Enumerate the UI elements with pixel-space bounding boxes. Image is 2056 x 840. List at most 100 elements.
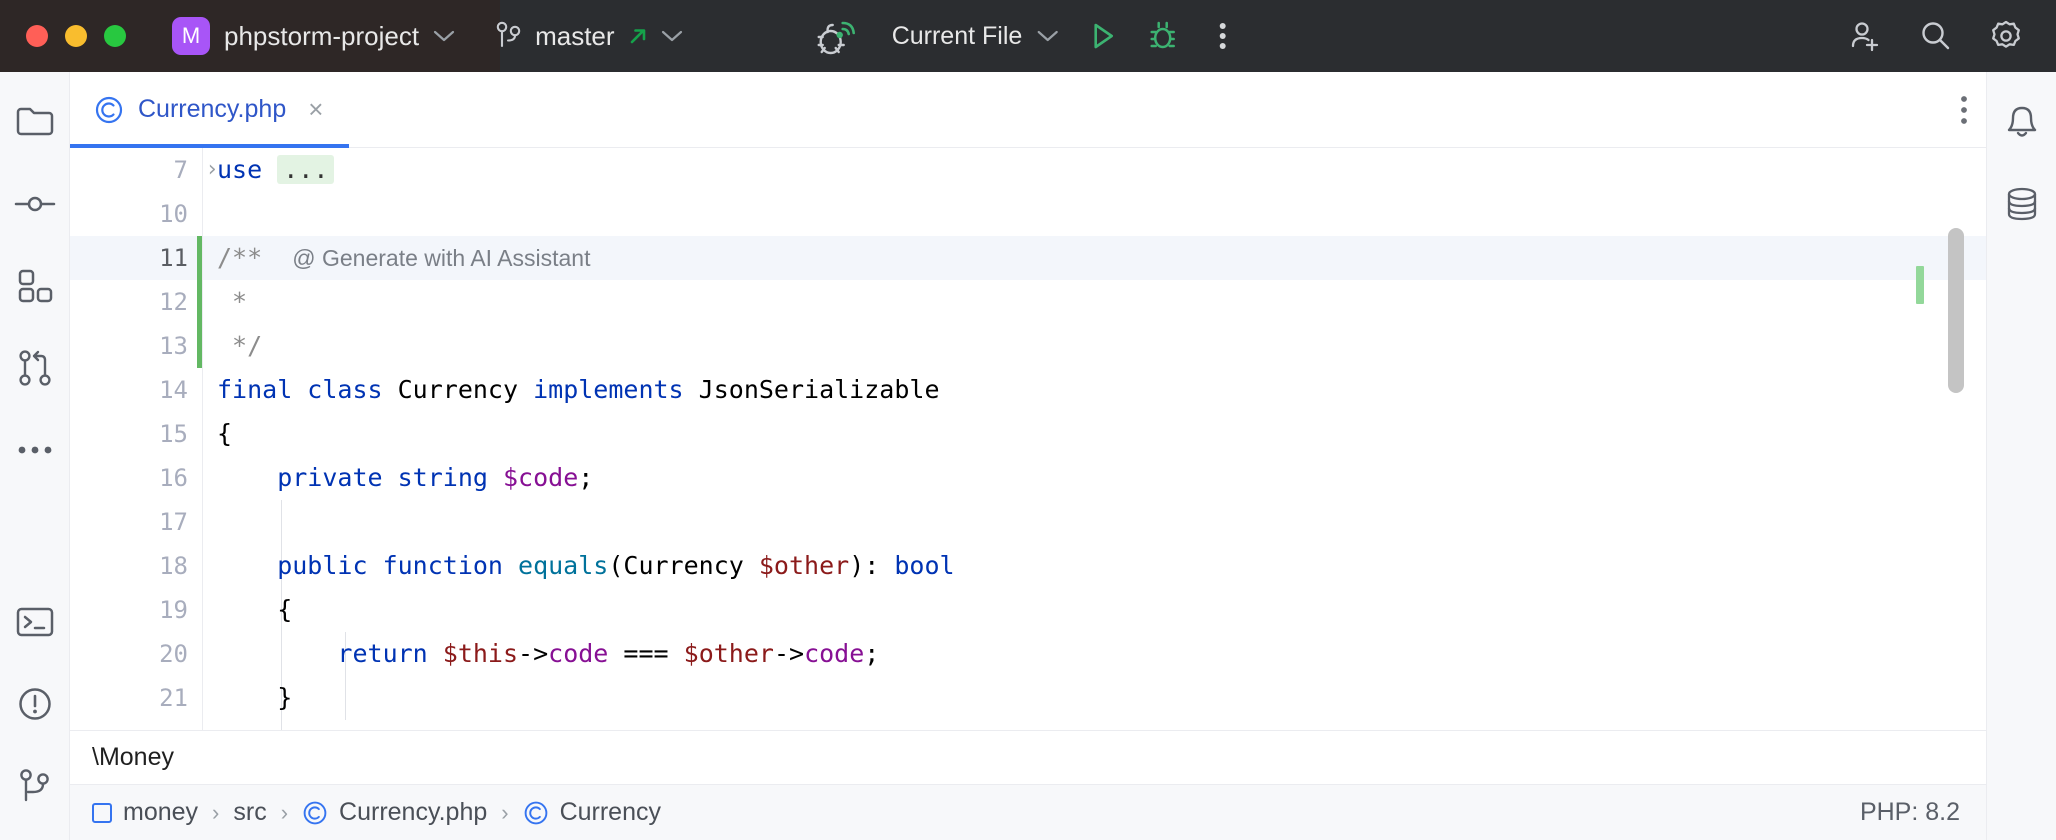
- code-token: $other: [683, 639, 774, 668]
- code-token: final class: [217, 375, 398, 404]
- sidebar-item-version-control[interactable]: [7, 758, 63, 814]
- sidebar-item-commit[interactable]: [7, 176, 63, 232]
- code-line[interactable]: public function equals(Currency $other):…: [203, 544, 1986, 588]
- editor-gutter[interactable]: 7 › 10 11 12 13 14 15 16 17 18 19 20 21: [70, 148, 219, 730]
- code-token: ...: [277, 155, 335, 184]
- vertical-scrollbar[interactable]: [1948, 228, 1964, 393]
- run-config-chevron-down-icon: [1036, 30, 1058, 43]
- code-token: code: [804, 639, 865, 668]
- breadcrumb-label: Currency.php: [339, 798, 488, 826]
- code-line[interactable]: private string $code;: [203, 456, 1986, 500]
- tab-currency-php[interactable]: Currency.php ×: [70, 72, 350, 148]
- code-token: implements: [533, 375, 699, 404]
- project-badge: M: [172, 17, 210, 55]
- breadcrumb-item-money[interactable]: money: [92, 798, 198, 827]
- code-token: @ Generate with AI Assistant: [292, 245, 591, 271]
- code-token: ===: [608, 639, 684, 668]
- more-vertical-icon[interactable]: [1192, 6, 1252, 66]
- search-icon[interactable]: [1906, 6, 1966, 66]
- branch-selector[interactable]: master: [495, 20, 682, 52]
- sidebar-item-pull-requests[interactable]: [7, 340, 63, 396]
- editor-column: Currency.php × 7 › 10 11 12 13 14 15 16 17 18 19 20 2…: [70, 72, 1986, 840]
- status-bar: money › src › Currency.php › Currency PH…: [70, 784, 1986, 840]
- gutter-line-number: 11: [70, 236, 202, 280]
- code-line[interactable]: */: [203, 324, 1986, 368]
- code-token: JsonSerializable: [698, 375, 940, 404]
- code-token: {: [217, 595, 293, 624]
- close-icon[interactable]: ×: [308, 94, 323, 125]
- sidebar-item-problems[interactable]: [7, 676, 63, 732]
- code-token: $other: [758, 551, 850, 580]
- gutter-line-number: 12: [159, 288, 188, 316]
- debug-listener-button[interactable]: [804, 6, 864, 66]
- title-bar-right-actions: [1836, 0, 2036, 72]
- code-line[interactable]: use ...: [203, 148, 1986, 192]
- debug-button[interactable]: [1132, 6, 1192, 66]
- main-body: Currency.php × 7 › 10 11 12 13 14 15 16 17 18 19 20 2…: [0, 72, 2056, 840]
- settings-gear-icon[interactable]: [1976, 6, 2036, 66]
- sidebar-item-database[interactable]: [1994, 176, 2050, 232]
- code-token: *: [217, 287, 248, 316]
- code-token: public function: [217, 551, 519, 580]
- code-token: return: [217, 639, 443, 668]
- code-line[interactable]: return $this->code === $other->code;: [203, 632, 1986, 676]
- gutter-line-number: 20: [159, 640, 188, 668]
- gutter-line-number: 21: [159, 684, 188, 712]
- add-user-icon[interactable]: [1836, 6, 1896, 66]
- run-toolbar: Current File: [804, 0, 1253, 72]
- code-line[interactable]: {: [203, 588, 1986, 632]
- code-token: equals: [518, 551, 609, 580]
- code-line[interactable]: {: [203, 412, 1986, 456]
- code-token: code: [548, 639, 609, 668]
- maximize-window-button[interactable]: [104, 25, 126, 47]
- code-token: ;: [864, 639, 880, 668]
- change-stripe-marker: [1916, 266, 1924, 304]
- code-editor[interactable]: 7 › 10 11 12 13 14 15 16 17 18 19 20 21 use ... /** @ …: [70, 148, 1986, 730]
- code-line[interactable]: [203, 192, 1986, 236]
- php-class-icon: [94, 95, 124, 125]
- code-token: */: [217, 331, 263, 360]
- run-configuration-selector[interactable]: Current File: [864, 22, 1073, 51]
- sidebar-item-project[interactable]: [7, 94, 63, 150]
- php-version-indicator[interactable]: PHP: 8.2: [1860, 798, 1960, 827]
- close-window-button[interactable]: [26, 25, 48, 47]
- module-icon: [92, 802, 112, 823]
- code-token: $code: [502, 463, 579, 492]
- gutter-line-number: 18: [159, 552, 188, 580]
- gutter-line-number: 14: [159, 376, 188, 404]
- code-token: private string: [217, 463, 503, 492]
- code-line[interactable]: final class Currency implements JsonSeri…: [203, 368, 1986, 412]
- title-bar: M phpstorm-project master Current File: [0, 0, 2056, 72]
- breadcrumb-item-src[interactable]: src: [233, 798, 266, 827]
- breadcrumb-label: Currency: [559, 798, 661, 826]
- breadcrumb-label: src: [233, 798, 267, 826]
- code-line[interactable]: *: [203, 280, 1986, 324]
- run-button[interactable]: [1072, 6, 1132, 66]
- tab-label: Currency.php: [138, 95, 287, 123]
- namespace-path-bar[interactable]: \Money: [70, 730, 1986, 784]
- sidebar-item-terminal[interactable]: [7, 594, 63, 650]
- phpstorm-window: M phpstorm-project master Current File C…: [0, 0, 2056, 840]
- window-controls[interactable]: [0, 25, 126, 47]
- project-selector[interactable]: M phpstorm-project: [172, 17, 455, 55]
- gutter-line-number: 16: [159, 464, 188, 492]
- sidebar-item-structure[interactable]: [7, 258, 63, 314]
- editor-options-button[interactable]: [1960, 72, 1968, 147]
- code-line[interactable]: /** @ Generate with AI Assistant: [203, 236, 1986, 280]
- gutter-line-number: 15: [159, 420, 188, 448]
- gutter-line-number: 19: [159, 596, 188, 624]
- breadcrumb-label: money: [123, 798, 199, 826]
- code-token: Currency: [397, 375, 534, 404]
- breadcrumb-item-currency[interactable]: Currency: [523, 798, 661, 827]
- code-token: $this: [442, 639, 519, 668]
- sidebar-item-notifications[interactable]: [1994, 94, 2050, 150]
- minimize-window-button[interactable]: [65, 25, 87, 47]
- breadcrumb-item-currency-php[interactable]: Currency.php: [302, 798, 487, 827]
- branch-icon: [495, 20, 523, 52]
- code-token: :: [864, 551, 895, 580]
- code-line[interactable]: }: [203, 676, 1986, 720]
- code-line[interactable]: [203, 500, 1986, 544]
- code-content-pane[interactable]: use .../** @ Generate with AI Assistant …: [202, 148, 1986, 730]
- sidebar-item-more[interactable]: [7, 422, 63, 478]
- code-token: }: [217, 683, 293, 712]
